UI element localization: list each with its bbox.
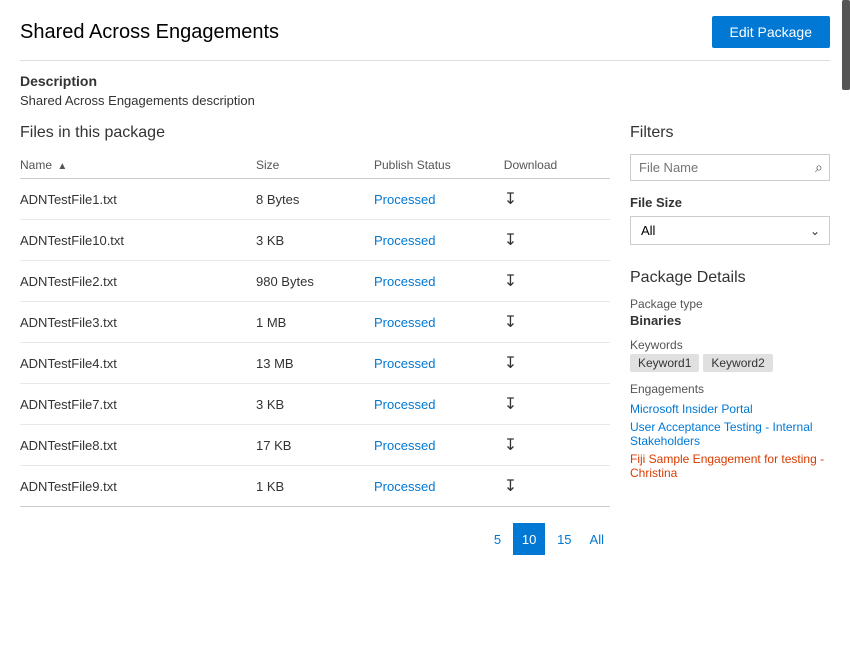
keywords-label: Keywords xyxy=(630,338,830,352)
download-icon[interactable]: ↧ xyxy=(504,394,517,414)
search-icon: ⌕ xyxy=(815,159,823,176)
engagements-list: Microsoft Insider Portal User Acceptance … xyxy=(630,402,830,480)
edit-package-button[interactable]: Edit Package xyxy=(712,16,831,48)
file-name-cell: ADNTestFile9.txt xyxy=(20,466,256,507)
table-row: ADNTestFile4.txt 13 MB Processed ↧ xyxy=(20,343,610,384)
pagination-button-5[interactable]: 5 xyxy=(488,528,507,551)
file-name-cell: ADNTestFile2.txt xyxy=(20,261,256,302)
col-header-download: Download xyxy=(504,152,610,179)
file-download-cell: ↧ xyxy=(504,179,610,220)
header-divider xyxy=(20,60,830,61)
scrollbar[interactable] xyxy=(842,0,850,90)
file-size-cell: 1 KB xyxy=(256,466,374,507)
file-name-search-input[interactable] xyxy=(639,160,815,175)
file-status-cell: Processed xyxy=(374,343,504,384)
engagement-item[interactable]: Microsoft Insider Portal xyxy=(630,402,830,416)
file-name-cell: ADNTestFile10.txt xyxy=(20,220,256,261)
keyword-tag: Keyword2 xyxy=(703,354,772,372)
download-icon[interactable]: ↧ xyxy=(504,312,517,332)
description-label: Description xyxy=(20,73,830,89)
right-panel: Filters ⌕ File Size All< 1 KB1 KB - 1 MB… xyxy=(630,124,830,565)
file-download-cell: ↧ xyxy=(504,384,610,425)
file-size-cell: 13 MB xyxy=(256,343,374,384)
table-row: ADNTestFile7.txt 3 KB Processed ↧ xyxy=(20,384,610,425)
download-icon[interactable]: ↧ xyxy=(504,435,517,455)
file-size-cell: 1 MB xyxy=(256,302,374,343)
download-icon[interactable]: ↧ xyxy=(504,230,517,250)
col-header-name[interactable]: Name ▲ xyxy=(20,152,256,179)
main-layout: Files in this package Name ▲ Size Publis… xyxy=(20,124,830,565)
file-size-cell: 3 KB xyxy=(256,384,374,425)
file-status-cell: Processed xyxy=(374,466,504,507)
sort-arrow-icon: ▲ xyxy=(57,161,67,172)
table-row: ADNTestFile3.txt 1 MB Processed ↧ xyxy=(20,302,610,343)
table-header-row: Name ▲ Size Publish Status Download xyxy=(20,152,610,179)
file-download-cell: ↧ xyxy=(504,220,610,261)
keywords-row: Keyword1Keyword2 xyxy=(630,354,830,372)
files-table: Name ▲ Size Publish Status Download ADNT… xyxy=(20,152,610,507)
file-size-label: File Size xyxy=(630,195,830,210)
file-name-cell: ADNTestFile4.txt xyxy=(20,343,256,384)
col-header-size[interactable]: Size xyxy=(256,152,374,179)
package-type-label: Package type xyxy=(630,297,830,311)
filters-section: Filters ⌕ File Size All< 1 KB1 KB - 1 MB… xyxy=(630,124,830,245)
description-text: Shared Across Engagements description xyxy=(20,93,830,108)
file-size-cell: 3 KB xyxy=(256,220,374,261)
file-name-cell: ADNTestFile7.txt xyxy=(20,384,256,425)
table-row: ADNTestFile1.txt 8 Bytes Processed ↧ xyxy=(20,179,610,220)
file-size-cell: 8 Bytes xyxy=(256,179,374,220)
file-download-cell: ↧ xyxy=(504,466,610,507)
table-row: ADNTestFile9.txt 1 KB Processed ↧ xyxy=(20,466,610,507)
keyword-tag: Keyword1 xyxy=(630,354,699,372)
file-name-cell: ADNTestFile8.txt xyxy=(20,425,256,466)
engagements-label: Engagements xyxy=(630,382,830,396)
files-section-title: Files in this package xyxy=(20,124,610,142)
pagination-button-15[interactable]: 15 xyxy=(551,528,577,551)
table-row: ADNTestFile2.txt 980 Bytes Processed ↧ xyxy=(20,261,610,302)
col-header-publish-status[interactable]: Publish Status xyxy=(374,152,504,179)
file-size-select-wrapper: All< 1 KB1 KB - 1 MB> 1 MB ⌄ xyxy=(630,216,830,245)
file-status-cell: Processed xyxy=(374,425,504,466)
file-status-cell: Processed xyxy=(374,302,504,343)
engagement-item[interactable]: Fiji Sample Engagement for testing - Chr… xyxy=(630,452,830,480)
table-row: ADNTestFile10.txt 3 KB Processed ↧ xyxy=(20,220,610,261)
table-row: ADNTestFile8.txt 17 KB Processed ↧ xyxy=(20,425,610,466)
file-name-cell: ADNTestFile3.txt xyxy=(20,302,256,343)
header-row: Shared Across Engagements Edit Package xyxy=(20,16,830,48)
page-title: Shared Across Engagements xyxy=(20,21,279,44)
download-icon[interactable]: ↧ xyxy=(504,476,517,496)
pagination: 5 10 15 All xyxy=(20,523,610,565)
file-download-cell: ↧ xyxy=(504,261,610,302)
engagement-item[interactable]: User Acceptance Testing - Internal Stake… xyxy=(630,420,830,448)
download-icon[interactable]: ↧ xyxy=(504,353,517,373)
file-status-cell: Processed xyxy=(374,220,504,261)
package-details-title: Package Details xyxy=(630,269,830,287)
file-status-cell: Processed xyxy=(374,384,504,425)
pagination-button-10[interactable]: 10 xyxy=(513,523,545,555)
download-icon[interactable]: ↧ xyxy=(504,189,517,209)
download-icon[interactable]: ↧ xyxy=(504,271,517,291)
file-download-cell: ↧ xyxy=(504,302,610,343)
description-section: Description Shared Across Engagements de… xyxy=(20,73,830,108)
package-details-section: Package Details Package type Binaries Ke… xyxy=(630,269,830,480)
file-size-cell: 17 KB xyxy=(256,425,374,466)
file-name-cell: ADNTestFile1.txt xyxy=(20,179,256,220)
files-section: Files in this package Name ▲ Size Publis… xyxy=(20,124,610,565)
pagination-button-All[interactable]: All xyxy=(584,528,610,551)
file-download-cell: ↧ xyxy=(504,425,610,466)
file-status-cell: Processed xyxy=(374,179,504,220)
file-size-cell: 980 Bytes xyxy=(256,261,374,302)
files-tbody: ADNTestFile1.txt 8 Bytes Processed ↧ ADN… xyxy=(20,179,610,507)
file-size-select[interactable]: All< 1 KB1 KB - 1 MB> 1 MB xyxy=(630,216,830,245)
package-type-value: Binaries xyxy=(630,313,830,328)
file-status-cell: Processed xyxy=(374,261,504,302)
file-download-cell: ↧ xyxy=(504,343,610,384)
search-box: ⌕ xyxy=(630,154,830,181)
filters-title: Filters xyxy=(630,124,830,142)
